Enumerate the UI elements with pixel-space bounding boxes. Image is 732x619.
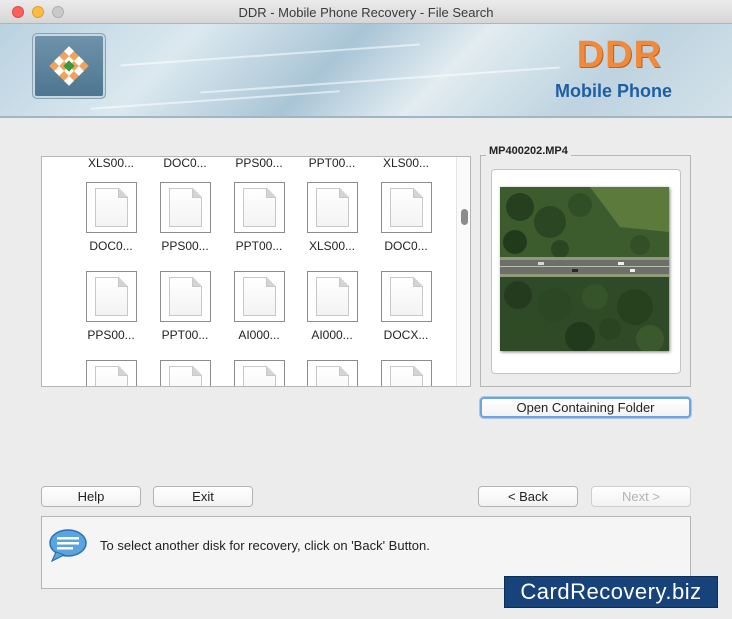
document-icon [159, 182, 211, 233]
file-name-label: AI000... [311, 328, 353, 342]
document-icon [380, 271, 432, 322]
file-item[interactable] [370, 360, 442, 386]
banner-decoration [120, 43, 420, 67]
help-button[interactable]: Help [41, 486, 141, 507]
file-name-label: DOCX... [383, 328, 429, 342]
speech-bubble-icon [49, 529, 87, 562]
file-name-label: PPT00... [161, 328, 209, 342]
document-icon [233, 182, 285, 233]
file-grid-panel[interactable]: XLS00... DOC0... PPS00... PPT00... XLS00... D… [41, 156, 471, 387]
document-icon [85, 271, 137, 322]
title-bar: DDR - Mobile Phone Recovery - File Searc… [0, 0, 732, 24]
aerial-road-image [500, 187, 669, 351]
document-icon [306, 182, 358, 233]
file-item[interactable] [296, 360, 368, 386]
document-icon [159, 271, 211, 322]
file-name-label: PPS00... [235, 156, 283, 170]
file-item[interactable]: PPS00... [149, 182, 221, 253]
exit-button[interactable]: Exit [153, 486, 253, 507]
banner-decoration [90, 90, 340, 110]
file-item[interactable]: PPT00... [296, 156, 368, 170]
file-name-label: DOC0... [163, 156, 207, 170]
file-item[interactable]: XLS00... [370, 156, 442, 170]
file-item[interactable]: PPS00... [75, 271, 147, 342]
window-title: DDR - Mobile Phone Recovery - File Searc… [238, 5, 494, 20]
scrollbar-thumb[interactable] [461, 209, 468, 225]
site-watermark: CardRecovery.biz [504, 576, 718, 608]
brand-name: DDR [576, 34, 662, 76]
file-name-label: XLS00... [382, 156, 430, 170]
file-name-label: XLS00... [308, 239, 356, 253]
document-icon [380, 182, 432, 233]
file-item[interactable] [149, 360, 221, 386]
file-item[interactable]: AI000... [296, 271, 368, 342]
file-item[interactable]: PPT00... [149, 271, 221, 342]
preview-filename: MP400202.MP4 [486, 145, 571, 157]
document-icon [85, 360, 137, 386]
document-icon [306, 360, 358, 386]
file-item[interactable]: DOCX... [370, 271, 442, 342]
file-item[interactable]: DOC0... [75, 182, 147, 253]
file-item[interactable] [223, 360, 295, 386]
file-name-label: PPT00... [235, 239, 283, 253]
document-icon [233, 360, 285, 386]
document-icon [159, 360, 211, 386]
file-name-label: PPS00... [87, 328, 135, 342]
file-name-label: PPT00... [308, 156, 356, 170]
header-banner: DDR Mobile Phone [0, 24, 732, 118]
file-item[interactable]: XLS00... [296, 182, 368, 253]
file-item[interactable]: DOC0... [370, 182, 442, 253]
banner-decoration [200, 66, 560, 94]
back-button[interactable]: < Back [478, 486, 578, 507]
file-name-label: PPS00... [161, 239, 209, 253]
file-name-label: DOC0... [89, 239, 133, 253]
vertical-scrollbar[interactable] [456, 157, 470, 386]
file-item[interactable]: PPT00... [223, 182, 295, 253]
file-item[interactable]: PPS00... [223, 156, 295, 170]
file-name-label: DOC0... [384, 239, 428, 253]
next-button[interactable]: Next > [591, 486, 691, 507]
file-item[interactable]: AI000... [223, 271, 295, 342]
open-containing-folder-button[interactable]: Open Containing Folder [480, 397, 691, 418]
document-icon [380, 360, 432, 386]
document-icon [233, 271, 285, 322]
brand-subtitle: Mobile Phone [555, 81, 672, 101]
file-name-label: XLS00... [87, 156, 135, 170]
file-item[interactable]: XLS00... [75, 156, 147, 170]
file-item[interactable] [75, 360, 147, 386]
preview-thumbnail [500, 187, 669, 351]
document-icon [306, 271, 358, 322]
file-name-label: AI000... [238, 328, 280, 342]
checkered-logo-icon [49, 46, 89, 86]
status-message: To select another disk for recovery, cli… [100, 538, 430, 553]
file-item[interactable]: DOC0... [149, 156, 221, 170]
document-icon [85, 182, 137, 233]
app-logo [32, 33, 106, 99]
